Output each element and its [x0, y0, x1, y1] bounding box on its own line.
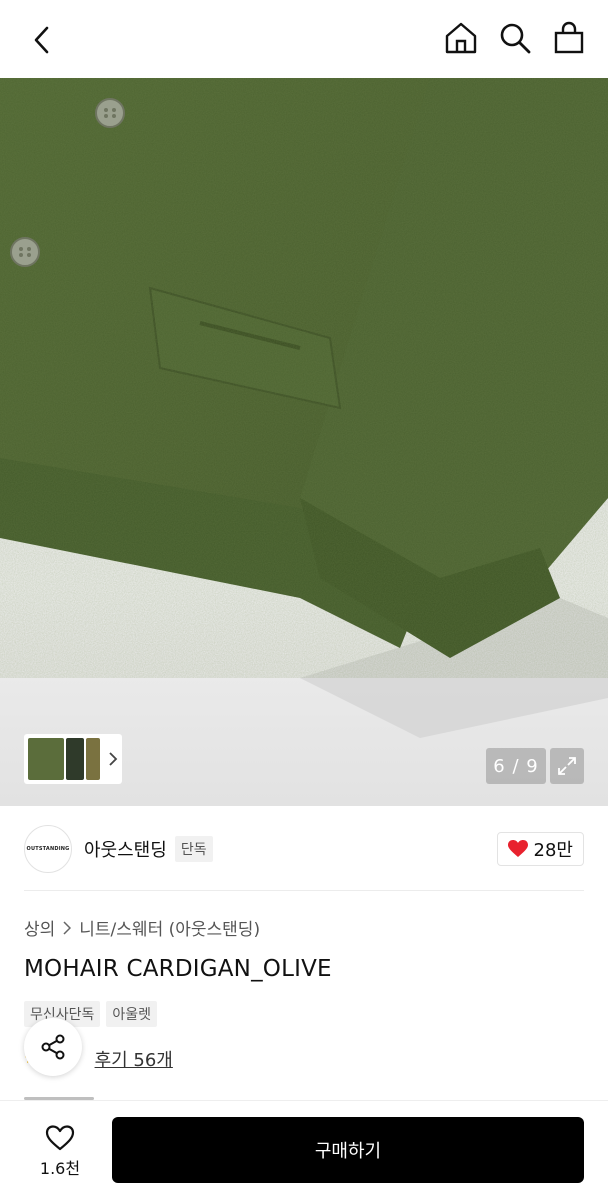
brand-name[interactable]: 아웃스탠딩	[84, 836, 167, 862]
zoom-button[interactable]	[550, 748, 584, 784]
expand-icon	[558, 757, 576, 775]
back-button[interactable]	[22, 20, 62, 60]
wishlist-button[interactable]: 1.6천	[30, 1119, 90, 1183]
reviews-link[interactable]: 후기 56개	[95, 1046, 173, 1072]
breadcrumb: 상의 니트/스웨터 (아웃스탠딩)	[24, 915, 260, 940]
tag-outlet: 아울렛	[106, 1001, 158, 1027]
thumbnail-olive[interactable]	[28, 738, 64, 780]
thumbnail-next-button[interactable]	[108, 751, 118, 767]
wishlist-count: 1.6천	[39, 1158, 81, 1178]
share-icon	[41, 1034, 65, 1060]
home-button[interactable]	[442, 18, 480, 58]
thumbnail-dark[interactable]	[66, 738, 84, 780]
product-title: MOHAIR CARDIGAN_OLIVE	[24, 956, 332, 982]
brand-logo-text: OUTSTANDING	[26, 846, 70, 852]
cart-button[interactable]	[550, 18, 588, 58]
chevron-right-icon	[109, 752, 118, 766]
brand-logo[interactable]: OUTSTANDING	[24, 825, 72, 873]
brand-like-count: 28만	[533, 840, 573, 861]
product-image-gallery[interactable]: 6 / 9	[0, 78, 608, 806]
home-icon	[445, 22, 477, 54]
chevron-right-icon	[63, 920, 72, 935]
brand-row: OUTSTANDING 아웃스탠딩 단독 28만	[24, 824, 584, 874]
heart-outline-icon	[45, 1124, 75, 1150]
buy-button[interactable]: 구매하기	[112, 1117, 584, 1183]
breadcrumb-category[interactable]: 상의	[24, 915, 55, 940]
image-counter: 6 / 9	[486, 748, 546, 784]
divider	[24, 890, 584, 891]
heart-filled-icon	[507, 840, 528, 857]
product-photo	[0, 78, 608, 738]
shopping-bag-icon	[554, 21, 584, 54]
search-icon	[500, 23, 531, 54]
exclusive-badge: 단독	[174, 836, 213, 862]
thumbnail-khaki[interactable]	[86, 738, 100, 780]
breadcrumb-subcategory[interactable]: 니트/스웨터 (아웃스탠딩)	[79, 915, 260, 940]
thumbnail-strip[interactable]	[24, 734, 122, 784]
chevron-left-icon	[34, 26, 49, 54]
brand-like-button[interactable]: 28만	[496, 832, 584, 866]
share-button[interactable]	[24, 1018, 82, 1076]
search-button[interactable]	[496, 18, 534, 58]
bottom-action-bar: 1.6천 구매하기	[0, 1100, 608, 1200]
top-nav-bar	[0, 0, 608, 78]
